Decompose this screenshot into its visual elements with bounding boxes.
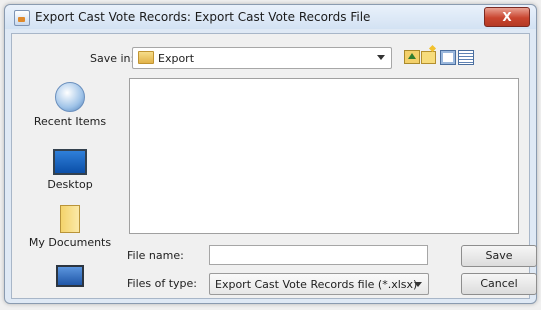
cancel-button[interactable]: Cancel xyxy=(461,273,537,295)
close-button[interactable]: X xyxy=(484,7,530,27)
place-recent-items[interactable]: Recent Items xyxy=(20,82,120,128)
place-my-documents[interactable]: My Documents xyxy=(20,205,120,249)
window-title: Export Cast Vote Records: Export Cast Vo… xyxy=(35,10,371,24)
place-desktop[interactable]: Desktop xyxy=(20,149,120,191)
file-name-input[interactable] xyxy=(209,245,428,265)
title-bar[interactable]: Export Cast Vote Records: Export Cast Vo… xyxy=(5,5,536,29)
dialog-body: Save in: Export Recent Items Desktop My … xyxy=(11,33,537,299)
chevron-down-icon xyxy=(414,282,422,287)
save-in-dropdown[interactable]: Export xyxy=(132,47,392,69)
recent-items-icon xyxy=(55,82,85,112)
files-of-type-label: Files of type: xyxy=(127,277,198,290)
place-computer[interactable] xyxy=(20,265,120,290)
documents-icon xyxy=(60,205,80,233)
place-label: Recent Items xyxy=(33,115,107,128)
save-button[interactable]: Save xyxy=(461,245,537,267)
app-icon xyxy=(14,10,30,26)
places-bar: Recent Items Desktop My Documents xyxy=(20,82,120,292)
up-folder-icon[interactable] xyxy=(404,50,420,64)
file-list[interactable] xyxy=(129,78,519,234)
folder-icon xyxy=(138,51,154,64)
files-of-type-dropdown[interactable]: Export Cast Vote Records file (*.xlsx) xyxy=(209,273,429,295)
new-folder-icon[interactable] xyxy=(421,51,436,64)
details-view-icon[interactable] xyxy=(458,50,474,65)
save-in-label: Save in: xyxy=(90,52,135,65)
place-label: Desktop xyxy=(47,178,93,191)
list-view-icon[interactable] xyxy=(440,50,456,65)
save-in-value: Export xyxy=(158,52,195,65)
save-dialog: Export Cast Vote Records: Export Cast Vo… xyxy=(4,4,537,304)
computer-icon xyxy=(56,265,84,287)
file-name-label: File name: xyxy=(127,249,184,262)
files-of-type-value: Export Cast Vote Records file (*.xlsx) xyxy=(215,278,418,291)
place-label: My Documents xyxy=(28,236,112,249)
chevron-down-icon xyxy=(377,55,385,60)
desktop-icon xyxy=(53,149,87,175)
